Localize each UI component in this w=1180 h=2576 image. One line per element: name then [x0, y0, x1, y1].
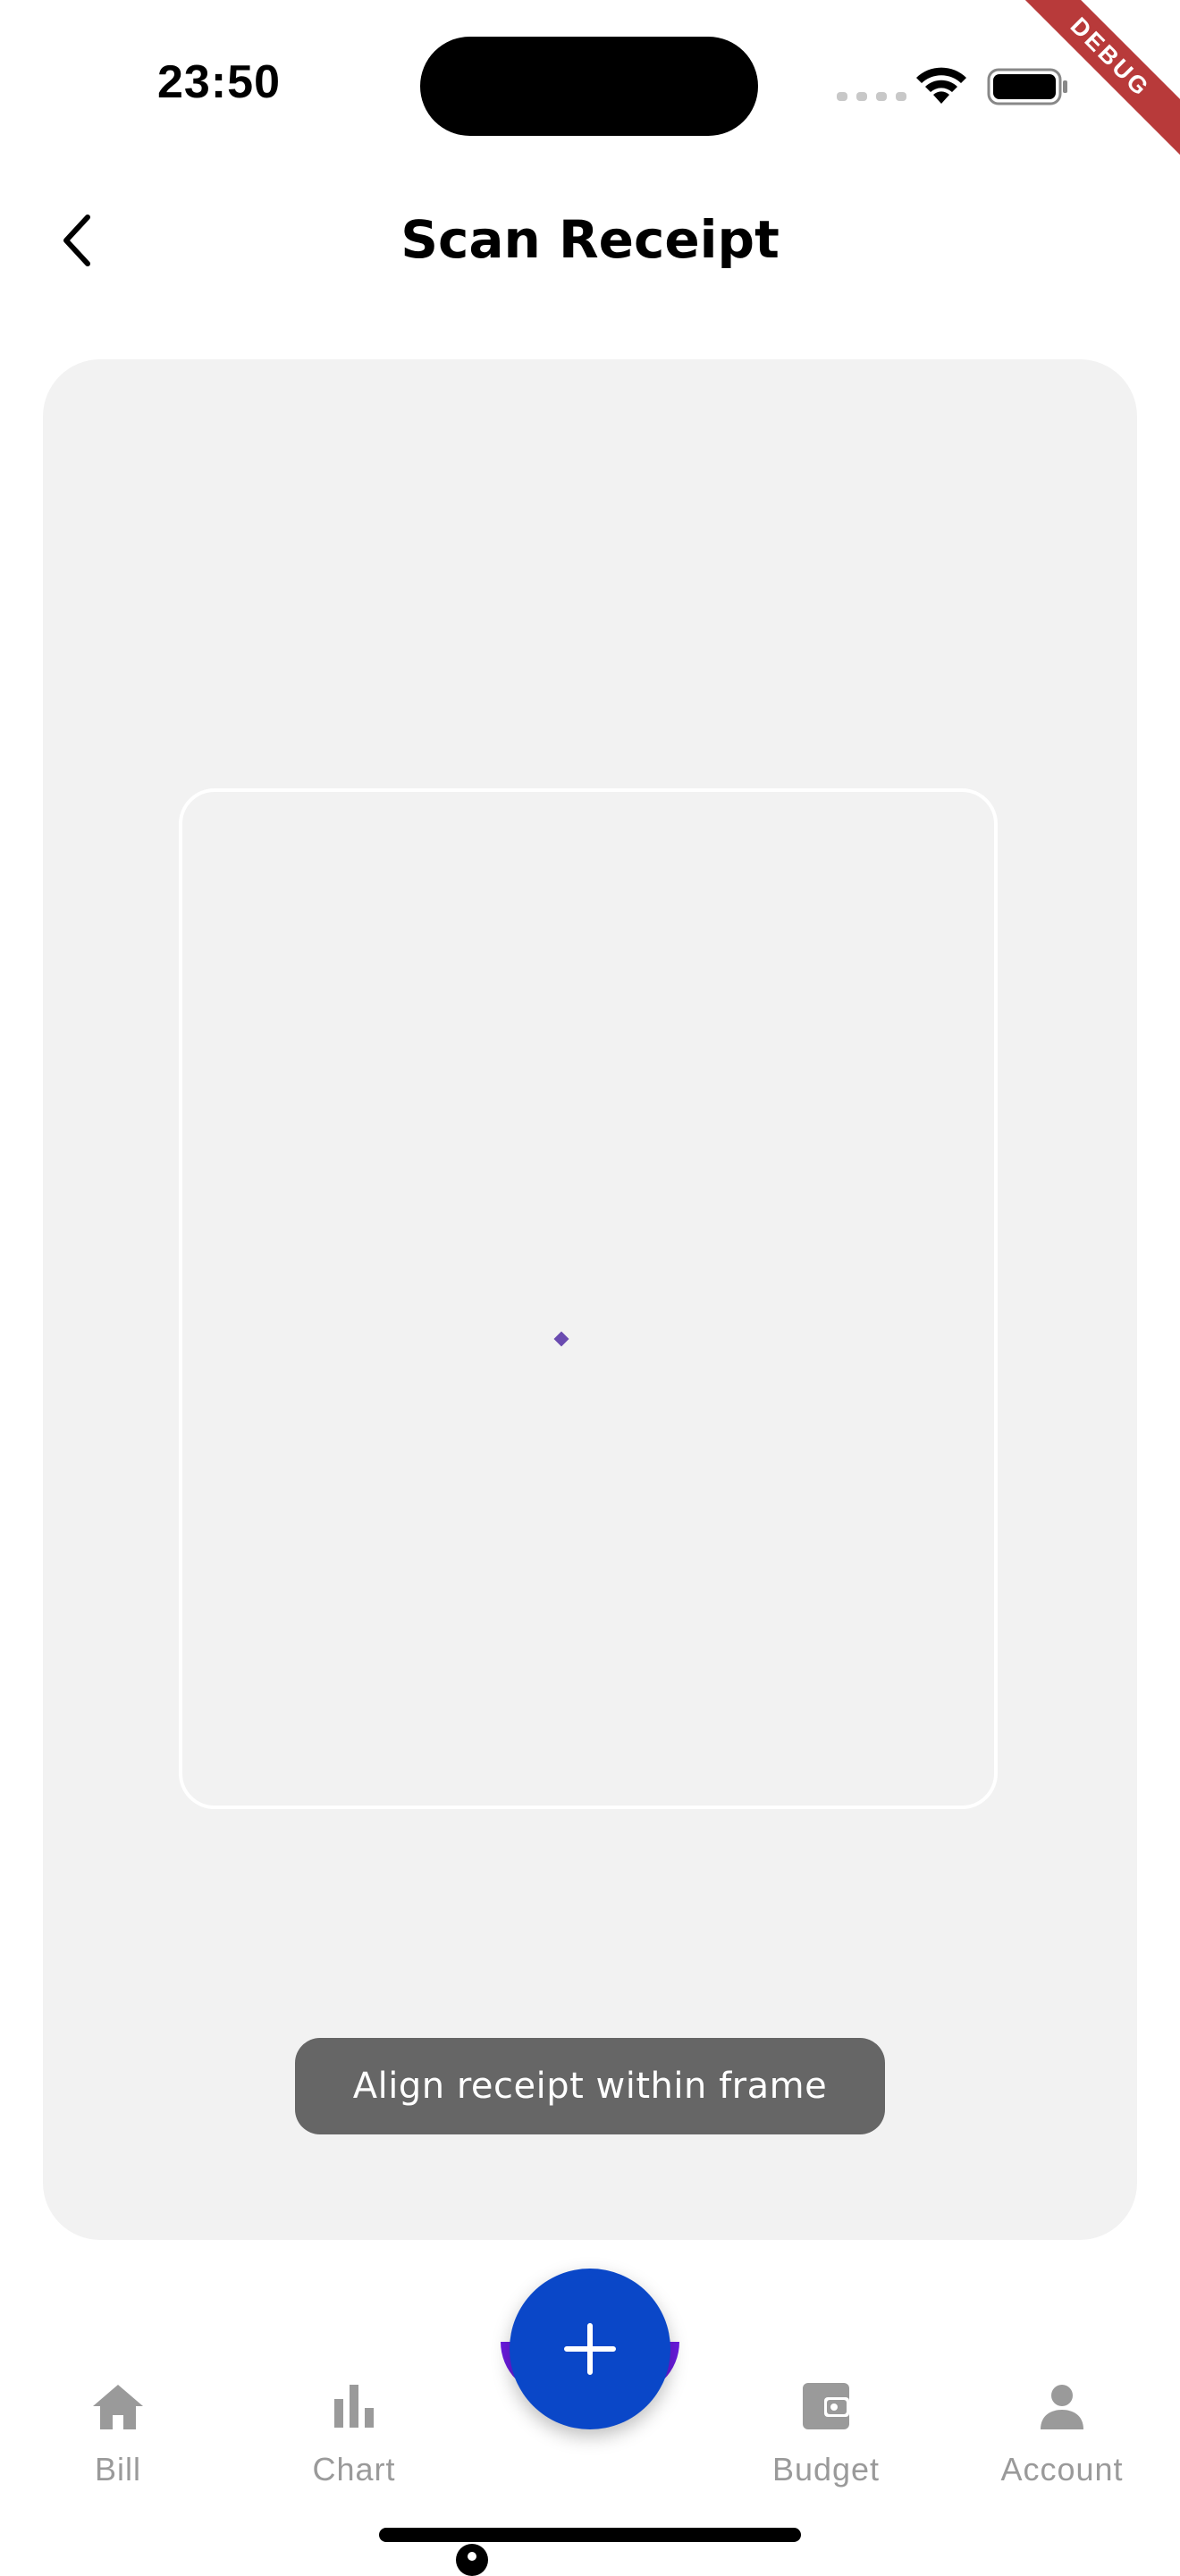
- nav-label: Account: [1000, 2451, 1124, 2488]
- location-pin-icon: [456, 2544, 488, 2576]
- wifi-icon: [916, 67, 966, 104]
- battery-icon: [987, 68, 1067, 105]
- status-time: 23:50: [157, 56, 281, 108]
- page-title: Scan Receipt: [400, 209, 780, 270]
- nav-label: Bill: [94, 2451, 141, 2488]
- nav-item-budget[interactable]: Budget: [728, 2378, 924, 2488]
- scan-frame: [179, 788, 998, 1809]
- nav-item-account[interactable]: Account: [964, 2378, 1160, 2488]
- nav-item-chart[interactable]: Chart: [256, 2378, 452, 2488]
- plus-icon: [564, 2323, 616, 2375]
- nav-label: Budget: [771, 2451, 881, 2488]
- dynamic-island: [420, 37, 758, 136]
- add-button[interactable]: [510, 2269, 670, 2429]
- nav-item-bill[interactable]: Bill: [20, 2378, 216, 2488]
- person-icon: [1041, 2385, 1083, 2429]
- nav-label: Chart: [312, 2451, 396, 2488]
- bar-chart-icon: [334, 2385, 374, 2428]
- wallet-icon: [803, 2383, 849, 2429]
- home-icon: [93, 2385, 143, 2429]
- home-indicator: [379, 2528, 801, 2542]
- align-hint: Align receipt within frame: [295, 2038, 885, 2134]
- cellular-signal-icon: [837, 92, 906, 101]
